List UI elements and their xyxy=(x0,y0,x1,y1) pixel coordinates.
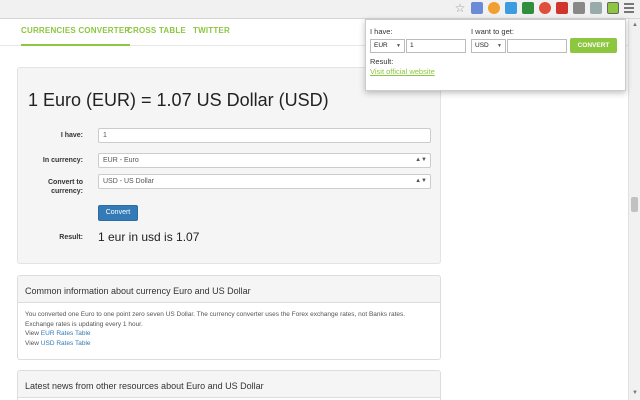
bookmark-star-icon[interactable]: ☆ xyxy=(454,2,466,14)
convert-to-label: Convert to currency: xyxy=(48,179,83,195)
page-title: 1 Euro (EUR) = 1.07 US Dollar (USD) xyxy=(28,90,329,110)
result-value: 1 eur in usd is 1.07 xyxy=(98,230,200,244)
scroll-down-icon[interactable]: ▼ xyxy=(632,390,638,396)
i-have-label: I have: xyxy=(60,132,83,139)
eur-rates-line: View EUR Rates Table xyxy=(25,329,433,339)
news-panel: Latest news from other resources about E… xyxy=(17,370,441,400)
caret-down-icon: ▼ xyxy=(497,43,502,49)
browser-menu-icon[interactable] xyxy=(624,2,634,14)
caret-down-icon: ▲▼ xyxy=(415,157,427,163)
extension-icon-8[interactable] xyxy=(590,2,602,14)
page-scrollbar[interactable]: ▲ ▼ xyxy=(628,19,640,400)
converter-panel: 1 Euro (EUR) = 1.07 US Dollar (USD) I ha… xyxy=(17,67,441,264)
tab-currencies-converter[interactable]: CURRENCIES CONVERTER xyxy=(21,26,131,46)
amount-input-value: 1 xyxy=(103,132,107,139)
view-word: View xyxy=(25,339,39,347)
info-panel: Common information about currency Euro a… xyxy=(17,275,441,360)
currency-converter-extension-icon[interactable] xyxy=(607,2,619,14)
view-word: View xyxy=(25,330,39,337)
eur-rates-link[interactable]: EUR Rates Table xyxy=(41,330,91,337)
extension-icon-7[interactable] xyxy=(573,2,585,14)
popup-want-label: I want to get: xyxy=(471,27,514,36)
usd-rates-line: View USD Rates Table xyxy=(25,339,433,349)
to-currency-select[interactable]: USD - US Dollar ▲▼ xyxy=(98,174,431,189)
result-label: Result: xyxy=(59,234,83,241)
in-currency-label: In currency: xyxy=(42,157,83,164)
browser-toolbar: ☆ xyxy=(0,0,640,19)
popup-from-currency-value: EUR xyxy=(374,42,388,49)
popup-convert-button[interactable]: CONVERT xyxy=(570,38,617,53)
extension-icon-5[interactable] xyxy=(539,2,551,14)
from-currency-select[interactable]: EUR - Euro ▲▼ xyxy=(98,153,431,168)
extension-icon-6[interactable] xyxy=(556,2,568,14)
caret-down-icon: ▲▼ xyxy=(415,178,427,184)
popup-result-input[interactable] xyxy=(507,39,567,53)
info-panel-body: You converted one Euro to one point zero… xyxy=(18,303,440,355)
to-currency-value: USD - US Dollar xyxy=(103,178,154,185)
amount-input[interactable]: 1 xyxy=(98,128,431,143)
caret-down-icon: ▼ xyxy=(396,43,401,49)
extension-icons: ☆ xyxy=(454,2,634,14)
tab-cross-table[interactable]: CROSS TABLE xyxy=(127,26,186,35)
info-text: You converted one Euro to one point zero… xyxy=(25,311,406,328)
convert-button[interactable]: Convert xyxy=(98,205,138,221)
tab-twitter[interactable]: TWITTER xyxy=(193,26,230,35)
news-panel-heading: Latest news from other resources about E… xyxy=(18,371,440,398)
popup-to-currency-value: USD xyxy=(475,42,489,49)
usd-rates-link[interactable]: USD Rates Table xyxy=(41,340,91,347)
popup-amount-value: 1 xyxy=(410,42,414,49)
extension-icon-4[interactable] xyxy=(522,2,534,14)
visit-official-website-link[interactable]: Visit official website xyxy=(370,67,435,76)
extension-icon-3[interactable] xyxy=(505,2,517,14)
popup-amount-input[interactable]: 1 xyxy=(406,39,466,53)
from-currency-value: EUR - Euro xyxy=(103,157,139,164)
popup-from-currency-select[interactable]: EUR ▼ xyxy=(370,39,405,53)
popup-result-label: Result: xyxy=(370,57,394,66)
popup-to-currency-select[interactable]: USD ▼ xyxy=(471,39,506,53)
scrollbar-thumb[interactable] xyxy=(631,197,638,212)
converter-popup: I have: EUR ▼ 1 I want to get: USD ▼ CONVE… xyxy=(365,19,626,91)
popup-i-have-label: I have: xyxy=(370,27,393,36)
info-panel-heading: Common information about currency Euro a… xyxy=(18,276,440,303)
extension-icon-1[interactable] xyxy=(471,2,483,14)
extension-icon-2[interactable] xyxy=(488,2,500,14)
scroll-up-icon[interactable]: ▲ xyxy=(632,22,638,28)
